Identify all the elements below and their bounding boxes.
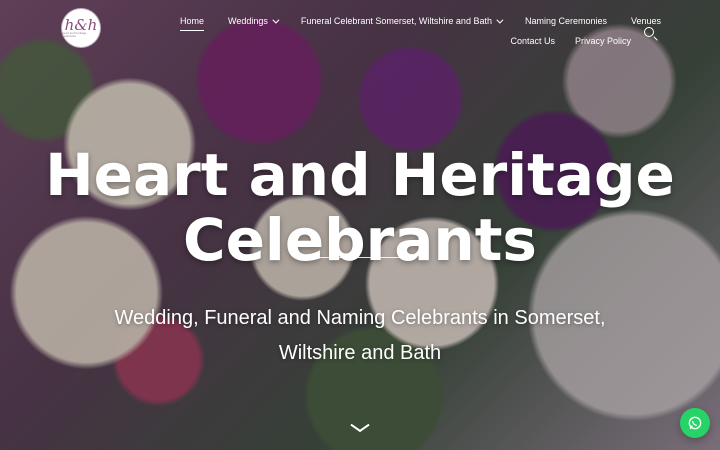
nav-funeral-celebrant[interactable]: Funeral Celebrant Somerset, Wiltshire an…: [300, 16, 504, 26]
nav-weddings[interactable]: Weddings: [228, 16, 280, 26]
hero-subtitle: Wedding, Funeral and Naming Celebrants i…: [114, 307, 606, 364]
logo-mark: h&h: [64, 15, 98, 34]
hero-title: Heart and Heritage Celebrants: [45, 140, 675, 275]
chevron-down-icon[interactable]: [350, 421, 370, 433]
hero-section: h&h heart and heritage celebrants Home W…: [0, 0, 720, 450]
whatsapp-chat-button[interactable]: [680, 408, 710, 438]
nav-home[interactable]: Home: [180, 16, 205, 31]
nav-venues[interactable]: Venues: [631, 16, 661, 26]
title-divider: [305, 257, 415, 258]
site-logo[interactable]: h&h heart and heritage celebrants: [62, 9, 100, 47]
search-icon[interactable]: [644, 27, 654, 37]
nav-contact-us[interactable]: Contact Us: [510, 36, 555, 46]
chevron-down-icon: [496, 16, 504, 24]
main-navigation: Home Weddings Funeral Celebrant Somerset…: [180, 16, 661, 46]
nav-funeral-label: Funeral Celebrant Somerset, Wiltshire an…: [300, 16, 492, 26]
nav-privacy-policy[interactable]: Privacy Policy: [575, 36, 631, 46]
nav-weddings-label: Weddings: [228, 16, 268, 26]
whatsapp-icon: [688, 416, 702, 430]
nav-naming-ceremonies[interactable]: Naming Ceremonies: [525, 16, 607, 26]
chevron-down-icon: [272, 16, 280, 24]
logo-tagline: heart and heritage celebrants: [62, 30, 87, 38]
